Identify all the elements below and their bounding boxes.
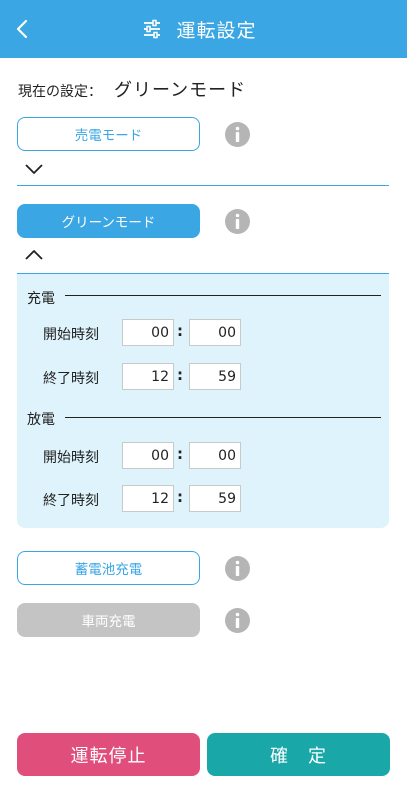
discharge-start-hour-input[interactable]: 00 <box>122 442 174 469</box>
section-divider <box>17 185 389 186</box>
sell-mode-button[interactable]: 売電モード <box>17 117 200 151</box>
time-colon: : <box>177 322 183 340</box>
discharge-end-hour-input[interactable]: 12 <box>122 485 174 512</box>
section-rule <box>65 417 381 418</box>
charge-start-label: 開始時刻 <box>43 327 99 343</box>
chevron-down-icon[interactable] <box>24 162 44 176</box>
charge-end-minute-input[interactable]: 59 <box>189 363 241 390</box>
charge-start-hour-input[interactable]: 00 <box>122 319 174 346</box>
time-colon: : <box>177 488 183 506</box>
discharge-start-minute-input[interactable]: 00 <box>189 442 241 469</box>
vehicle-charge-button[interactable]: 車両充電 <box>17 603 200 637</box>
info-icon[interactable] <box>225 556 250 581</box>
info-icon[interactable] <box>225 608 250 633</box>
green-mode-button[interactable]: グリーンモード <box>17 204 200 238</box>
info-icon[interactable] <box>225 209 250 234</box>
current-setting: 現在の設定： グリーンモード <box>18 76 246 102</box>
current-setting-label: 現在の設定： <box>18 84 102 100</box>
time-colon: : <box>177 445 183 463</box>
header-title-group: 運転設定 <box>0 0 407 58</box>
stop-operation-button[interactable]: 運転停止 <box>17 733 200 776</box>
charge-section-title: 充電 <box>27 291 55 307</box>
section-rule <box>65 295 381 296</box>
charge-end-hour-input[interactable]: 12 <box>122 363 174 390</box>
discharge-end-label: 終了時刻 <box>43 493 99 509</box>
chevron-up-icon[interactable] <box>24 248 44 262</box>
charge-start-minute-input[interactable]: 00 <box>189 319 241 346</box>
discharge-end-minute-input[interactable]: 59 <box>189 485 241 512</box>
battery-charge-button[interactable]: 蓄電池充電 <box>17 551 200 585</box>
discharge-section-title: 放電 <box>27 412 55 428</box>
confirm-button[interactable]: 確 定 <box>207 733 390 776</box>
time-colon: : <box>177 366 183 384</box>
sliders-icon <box>144 19 161 39</box>
page-title: 運転設定 <box>176 19 257 42</box>
current-setting-value: グリーンモード <box>114 80 247 101</box>
discharge-start-label: 開始時刻 <box>43 450 99 466</box>
charge-end-label: 終了時刻 <box>43 371 99 387</box>
green-mode-panel: 充電 開始時刻 00 : 00 終了時刻 12 : 59 放電 開始時刻 00 … <box>17 274 389 528</box>
app-header: 運転設定 <box>0 0 407 58</box>
info-icon[interactable] <box>225 122 250 147</box>
